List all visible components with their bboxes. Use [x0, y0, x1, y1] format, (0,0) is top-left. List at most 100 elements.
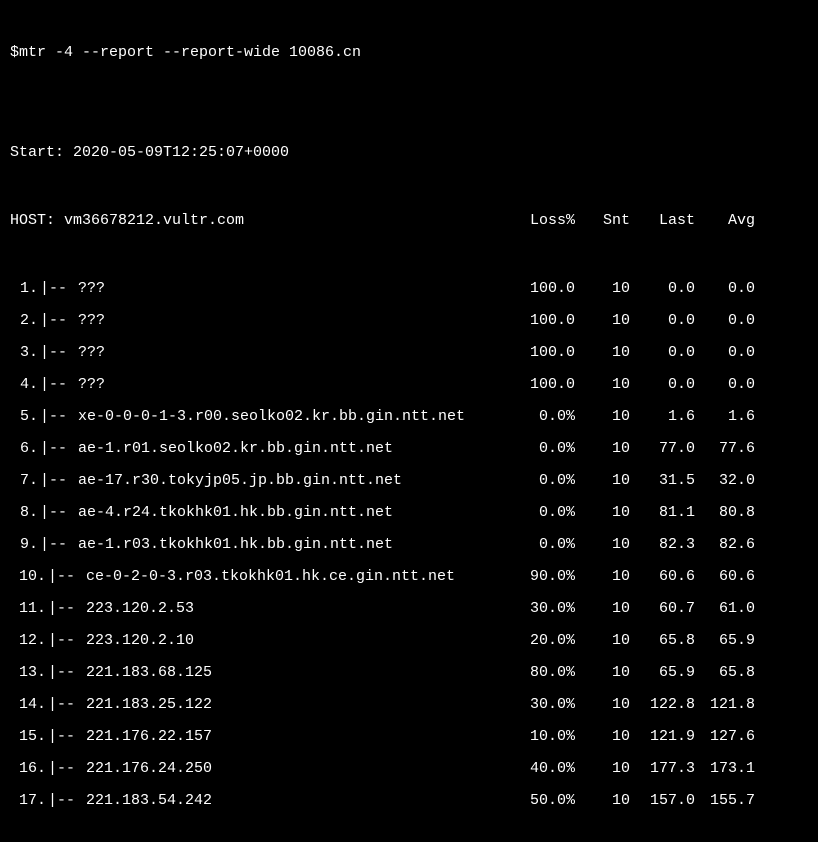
hop-snt: 10 [575, 600, 630, 618]
hop-avg: 155.7 [695, 792, 755, 810]
hop-host: 221.176.22.157 [86, 728, 510, 746]
hop-host: ??? [78, 312, 510, 330]
hop-last: 0.0 [630, 344, 695, 362]
hop-avg: 0.0 [695, 344, 755, 362]
hop-row: 2.|--???100.0100.00.0 [10, 312, 808, 330]
hop-row: 1.|--???100.0100.00.0 [10, 280, 808, 298]
hop-row: 4.|--???100.0100.00.0 [10, 376, 808, 394]
hop-number: 10. [10, 568, 48, 586]
hop-tree: |-- [48, 632, 86, 650]
hop-number: 2. [10, 312, 40, 330]
hop-row: 15.|--221.176.22.15710.0%10121.9127.6 [10, 728, 808, 746]
hop-avg: 32.0 [695, 472, 755, 490]
hop-last: 82.3 [630, 536, 695, 554]
hop-loss: 0.0% [510, 472, 575, 490]
hop-last: 65.9 [630, 664, 695, 682]
hop-loss: 100.0 [510, 280, 575, 298]
hop-tree: |-- [48, 600, 86, 618]
hop-host: 223.120.2.10 [86, 632, 510, 650]
hop-last: 77.0 [630, 440, 695, 458]
hop-number: 7. [10, 472, 40, 490]
hop-snt: 10 [575, 568, 630, 586]
hop-host: 221.183.25.122 [86, 696, 510, 714]
hop-loss: 0.0% [510, 408, 575, 426]
hop-number: 11. [10, 600, 48, 618]
hop-number: 1. [10, 280, 40, 298]
terminal-output: $mtr -4 --report --report-wide 10086.cn … [10, 8, 808, 842]
command-line: $mtr -4 --report --report-wide 10086.cn [10, 44, 808, 62]
hop-host: ae-1.r03.tkokhk01.hk.bb.gin.ntt.net [78, 536, 510, 554]
hop-avg: 80.8 [695, 504, 755, 522]
hop-avg: 0.0 [695, 312, 755, 330]
hop-tree: |-- [40, 344, 78, 362]
hop-avg: 60.6 [695, 568, 755, 586]
hop-host: 223.120.2.53 [86, 600, 510, 618]
hop-row: 14.|--221.183.25.12230.0%10122.8121.8 [10, 696, 808, 714]
hop-host: ae-4.r24.tkokhk01.hk.bb.gin.ntt.net [78, 504, 510, 522]
hop-host: ae-17.r30.tokyjp05.jp.bb.gin.ntt.net [78, 472, 510, 490]
hop-row: 13.|--221.183.68.12580.0%1065.965.8 [10, 664, 808, 682]
hop-row: 11.|--223.120.2.5330.0%1060.761.0 [10, 600, 808, 618]
hop-loss: 90.0% [510, 568, 575, 586]
hop-loss: 100.0 [510, 376, 575, 394]
hop-number: 13. [10, 664, 48, 682]
hop-last: 177.3 [630, 760, 695, 778]
hop-snt: 10 [575, 408, 630, 426]
hop-host: ae-1.r01.seolko02.kr.bb.gin.ntt.net [78, 440, 510, 458]
hop-tree: |-- [40, 472, 78, 490]
hop-host: ce-0-2-0-3.r03.tkokhk01.hk.ce.gin.ntt.ne… [86, 568, 510, 586]
hop-snt: 10 [575, 792, 630, 810]
hop-host: ??? [78, 376, 510, 394]
hop-last: 60.6 [630, 568, 695, 586]
hop-snt: 10 [575, 440, 630, 458]
hop-snt: 10 [575, 632, 630, 650]
hop-loss: 20.0% [510, 632, 575, 650]
hop-loss: 40.0% [510, 760, 575, 778]
hop-row: 8.|--ae-4.r24.tkokhk01.hk.bb.gin.ntt.net… [10, 504, 808, 522]
hop-tree: |-- [48, 760, 86, 778]
hop-host: 221.183.54.242 [86, 792, 510, 810]
hop-snt: 10 [575, 536, 630, 554]
hop-tree: |-- [48, 568, 86, 586]
hop-last: 0.0 [630, 280, 695, 298]
hop-avg: 82.6 [695, 536, 755, 554]
hop-last: 65.8 [630, 632, 695, 650]
hop-number: 14. [10, 696, 48, 714]
hop-last: 121.9 [630, 728, 695, 746]
hop-number: 8. [10, 504, 40, 522]
hop-tree: |-- [48, 728, 86, 746]
header-row: HOST: vm36678212.vultr.com Loss% Snt Las… [10, 212, 808, 230]
hop-row: 5.|--xe-0-0-0-1-3.r00.seolko02.kr.bb.gin… [10, 408, 808, 426]
hop-snt: 10 [575, 344, 630, 362]
hop-avg: 65.8 [695, 664, 755, 682]
hop-row: 16.|--221.176.24.25040.0%10177.3173.1 [10, 760, 808, 778]
hop-tree: |-- [40, 504, 78, 522]
header-avg: Avg [695, 212, 755, 230]
hops-container: 1.|--???100.0100.00.02.|--???100.0100.00… [10, 280, 808, 810]
hop-last: 122.8 [630, 696, 695, 714]
hop-loss: 10.0% [510, 728, 575, 746]
hop-avg: 77.6 [695, 440, 755, 458]
hop-avg: 65.9 [695, 632, 755, 650]
hop-avg: 0.0 [695, 376, 755, 394]
hop-loss: 100.0 [510, 344, 575, 362]
hop-row: 12.|--223.120.2.1020.0%1065.865.9 [10, 632, 808, 650]
hop-snt: 10 [575, 664, 630, 682]
hop-host: 221.183.68.125 [86, 664, 510, 682]
hop-tree: |-- [40, 312, 78, 330]
hop-row: 10.|--ce-0-2-0-3.r03.tkokhk01.hk.ce.gin.… [10, 568, 808, 586]
hop-last: 31.5 [630, 472, 695, 490]
hop-row: 17.|--221.183.54.24250.0%10157.0155.7 [10, 792, 808, 810]
hop-avg: 61.0 [695, 600, 755, 618]
hop-avg: 0.0 [695, 280, 755, 298]
header-last: Last [630, 212, 695, 230]
hop-tree: |-- [40, 536, 78, 554]
hop-last: 1.6 [630, 408, 695, 426]
hop-snt: 10 [575, 312, 630, 330]
hop-loss: 0.0% [510, 440, 575, 458]
hop-snt: 10 [575, 504, 630, 522]
hop-number: 6. [10, 440, 40, 458]
hop-avg: 121.8 [695, 696, 755, 714]
hop-snt: 10 [575, 280, 630, 298]
hop-number: 3. [10, 344, 40, 362]
